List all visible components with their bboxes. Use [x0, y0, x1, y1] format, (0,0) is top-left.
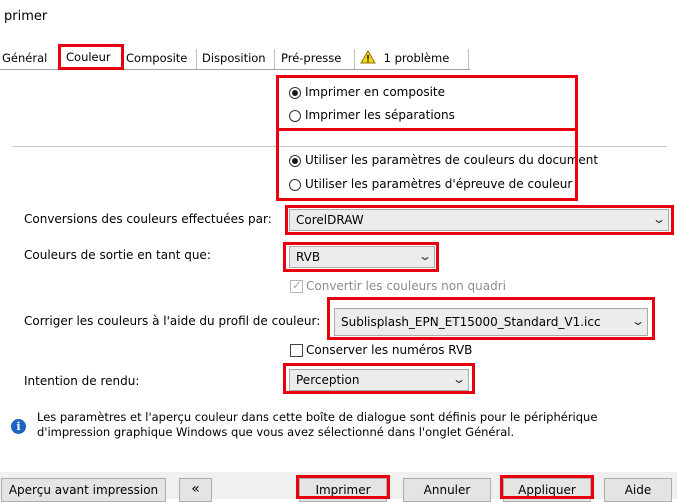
label-output-colors: Couleurs de sortie en tant que: — [24, 248, 211, 262]
tab-composite[interactable]: Composite — [126, 48, 187, 69]
tab-separator — [354, 49, 355, 69]
highlight-conversions — [285, 205, 674, 235]
collapse-button[interactable]: « — [179, 478, 212, 502]
warning-icon — [360, 50, 376, 64]
checkmark-icon: ✓ — [292, 278, 303, 292]
window-title: primer — [4, 9, 48, 24]
tab-problems[interactable]: 1 problème — [360, 48, 449, 69]
tab-separator — [196, 49, 197, 69]
highlight-apply-button — [500, 475, 594, 499]
highlight-output-mode — [276, 75, 578, 131]
help-button[interactable]: Aide — [604, 478, 672, 502]
info-text-line-1: Les paramètres et l'aperçu couleur dans … — [37, 410, 598, 424]
tab-disposition[interactable]: Disposition — [202, 48, 266, 69]
highlight-output-colors — [283, 242, 439, 272]
info-text-line-2: d'impression graphique Windows que vous … — [37, 425, 515, 439]
convert-non-quadri-checkbox[interactable]: ✓ — [290, 278, 303, 293]
keep-rgb-checkbox[interactable] — [290, 344, 303, 357]
highlight-tab-couleur — [58, 44, 124, 70]
tab-general[interactable]: Général — [2, 48, 47, 69]
label-conversions: Conversions des couleurs effectuées par: — [24, 212, 272, 226]
highlight-rendering-intent — [283, 363, 475, 394]
tab-pre-presse[interactable]: Pré-presse — [281, 48, 341, 69]
highlight-print-button — [296, 475, 390, 499]
label-rendering-intent: Intention de rendu: — [24, 374, 140, 388]
tab-separator — [274, 49, 275, 69]
cancel-button[interactable]: Annuler — [403, 478, 491, 502]
tab-separator — [468, 49, 469, 69]
label-convert-non-quadri: Convertir les couleurs non quadri — [306, 279, 507, 293]
highlight-profile — [327, 297, 655, 340]
info-icon: i — [11, 419, 26, 434]
print-preview-button[interactable]: Aperçu avant impression — [1, 478, 166, 502]
label-profile: Corriger les couleurs à l'aide du profil… — [24, 314, 321, 328]
tab-problems-label: 1 problème — [383, 51, 450, 65]
label-keep-rgb: Conserver les numéros RVB — [306, 343, 473, 357]
